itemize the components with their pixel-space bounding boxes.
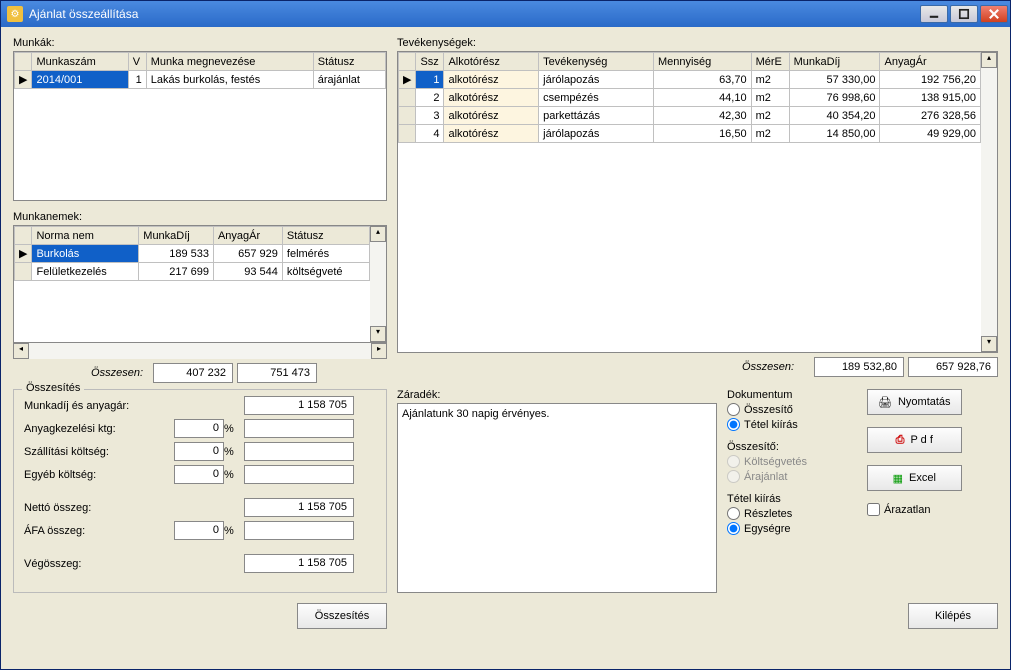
veg-label: Végösszeg: (24, 558, 174, 570)
col-mere[interactable]: MérE (751, 53, 789, 71)
munkadij-label: Munkadíj és anyagár: (24, 400, 174, 412)
zaradek-textarea[interactable]: Ajánlatunk 30 napig érvényes. (397, 403, 717, 593)
egyeb-label: Egyéb költség: (24, 469, 174, 481)
radio-arajanlat: Árajánlat (727, 470, 847, 483)
radio-koltsegvetes: Költségvetés (727, 455, 847, 468)
total-ar-right: 657 928,76 (908, 357, 998, 377)
veg-value: 1 158 705 (244, 554, 354, 573)
pdf-button[interactable]: ⎙ P d f (867, 427, 962, 453)
munkak-label: Munkák: (13, 37, 387, 49)
printer-icon: 🖨 (878, 396, 892, 409)
radio-osszesito[interactable]: Összesítő (727, 403, 847, 416)
col-munkaszam[interactable]: Munkaszám (32, 53, 128, 71)
szall-label: Szállítási költség: (24, 446, 174, 458)
afa-label: ÁFA összeg: (24, 525, 174, 537)
osszesites-legend: Összesítés (22, 382, 84, 394)
app-window: ⚙ Ajánlat összeállítása Munkák: Munkaszá… (0, 0, 1011, 670)
excel-icon: ▦ (893, 472, 903, 485)
col-alkot[interactable]: Alkotórész (444, 53, 539, 71)
anyagkez-label: Anyagkezelési ktg: (24, 423, 174, 435)
afa-pct[interactable]: 0 (174, 521, 224, 540)
vscrollbar[interactable]: ▴▾ (370, 226, 386, 342)
vscrollbar[interactable]: ▴▾ (981, 52, 997, 352)
tetel-group-label: Tétel kiírás (727, 493, 847, 505)
table-row[interactable]: 2 alkotórész csempézés 44,10 m2 76 998,6… (399, 89, 981, 107)
hscrollbar[interactable]: ◂▸ (13, 343, 387, 359)
excel-button[interactable]: ▦ Excel (867, 465, 962, 491)
col-munkadij[interactable]: MunkaDíj (139, 227, 214, 245)
window-title: Ajánlat összeállítása (29, 7, 920, 21)
col-anyagar[interactable]: AnyagÁr (213, 227, 282, 245)
table-row[interactable]: ▶ 1 alkotórész járólapozás 63,70 m2 57 3… (399, 71, 981, 89)
col-ar[interactable]: AnyagÁr (880, 53, 981, 71)
egyeb-value[interactable] (244, 465, 354, 484)
nyomtatas-button[interactable]: 🖨 Nyomtatás (867, 389, 962, 415)
close-button[interactable] (980, 5, 1008, 23)
table-row[interactable]: 3 alkotórész parkettázás 42,30 m2 40 354… (399, 107, 981, 125)
munkak-grid[interactable]: Munkaszám V Munka megnevezése Státusz ▶ … (13, 51, 387, 201)
netto-value: 1 158 705 (244, 498, 354, 517)
szall-pct[interactable]: 0 (174, 442, 224, 461)
anyagkez-value[interactable] (244, 419, 354, 438)
table-row[interactable]: 4 alkotórész járólapozás 16,50 m2 14 850… (399, 125, 981, 143)
col-menny[interactable]: Mennyiség (654, 53, 752, 71)
anyagkez-pct[interactable]: 0 (174, 419, 224, 438)
table-row[interactable]: Felületkezelés 217 699 93 544 költségvet… (15, 263, 370, 281)
pdf-icon: ⎙ (896, 434, 905, 447)
radio-tetel[interactable]: Tétel kiírás (727, 418, 847, 431)
munkadij-value: 1 158 705 (244, 396, 354, 415)
col-dij[interactable]: MunkaDíj (789, 53, 880, 71)
table-row[interactable]: ▶ 2014/001 1 Lakás burkolás, festés áraj… (15, 71, 386, 89)
munkanemek-label: Munkanemek: (13, 211, 387, 223)
netto-label: Nettó összeg: (24, 502, 174, 514)
maximize-button[interactable] (950, 5, 978, 23)
col-norma[interactable]: Norma nem (32, 227, 139, 245)
dokumentum-label: Dokumentum (727, 389, 847, 401)
col-statusz2[interactable]: Státusz (282, 227, 369, 245)
kilepes-button[interactable]: Kilépés (908, 603, 998, 629)
afa-value[interactable] (244, 521, 354, 540)
szall-value[interactable] (244, 442, 354, 461)
minimize-button[interactable] (920, 5, 948, 23)
col-ssz[interactable]: Ssz (416, 53, 444, 71)
col-statusz[interactable]: Státusz (313, 53, 385, 71)
munkanemek-grid[interactable]: Norma nem MunkaDíj AnyagÁr Státusz ▶ Bur… (13, 225, 387, 343)
osszesites-panel: Összesítés Munkadíj és anyagár: 1 158 70… (13, 389, 387, 593)
total-dij-left: 407 232 (153, 363, 233, 383)
col-v[interactable]: V (128, 53, 146, 71)
osszesen-right-label: Összesen: (742, 361, 794, 373)
table-row[interactable]: ▶ Burkolás 189 533 657 929 felmérés (15, 245, 370, 263)
zaradek-label: Záradék: (397, 389, 717, 401)
tevekenysegek-label: Tevékenységek: (397, 37, 998, 49)
tevekenysegek-grid[interactable]: Ssz Alkotórész Tevékenység Mennyiség Mér… (397, 51, 998, 353)
col-tev[interactable]: Tevékenység (539, 53, 654, 71)
total-ar-left: 751 473 (237, 363, 317, 383)
osszesito-group-label: Összesítő: (727, 441, 847, 453)
app-icon: ⚙ (7, 6, 23, 22)
radio-reszletes[interactable]: Részletes (727, 507, 847, 520)
osszesen-left-label: Összesen: (13, 367, 143, 379)
total-dij-right: 189 532,80 (814, 357, 904, 377)
egyeb-pct[interactable]: 0 (174, 465, 224, 484)
col-megnevezes[interactable]: Munka megnevezése (146, 53, 313, 71)
titlebar: ⚙ Ajánlat összeállítása (1, 1, 1010, 27)
radio-egysegre[interactable]: Egységre (727, 522, 847, 535)
osszesites-button[interactable]: Összesítés (297, 603, 387, 629)
arazatlan-checkbox[interactable]: Árazatlan (867, 503, 962, 516)
